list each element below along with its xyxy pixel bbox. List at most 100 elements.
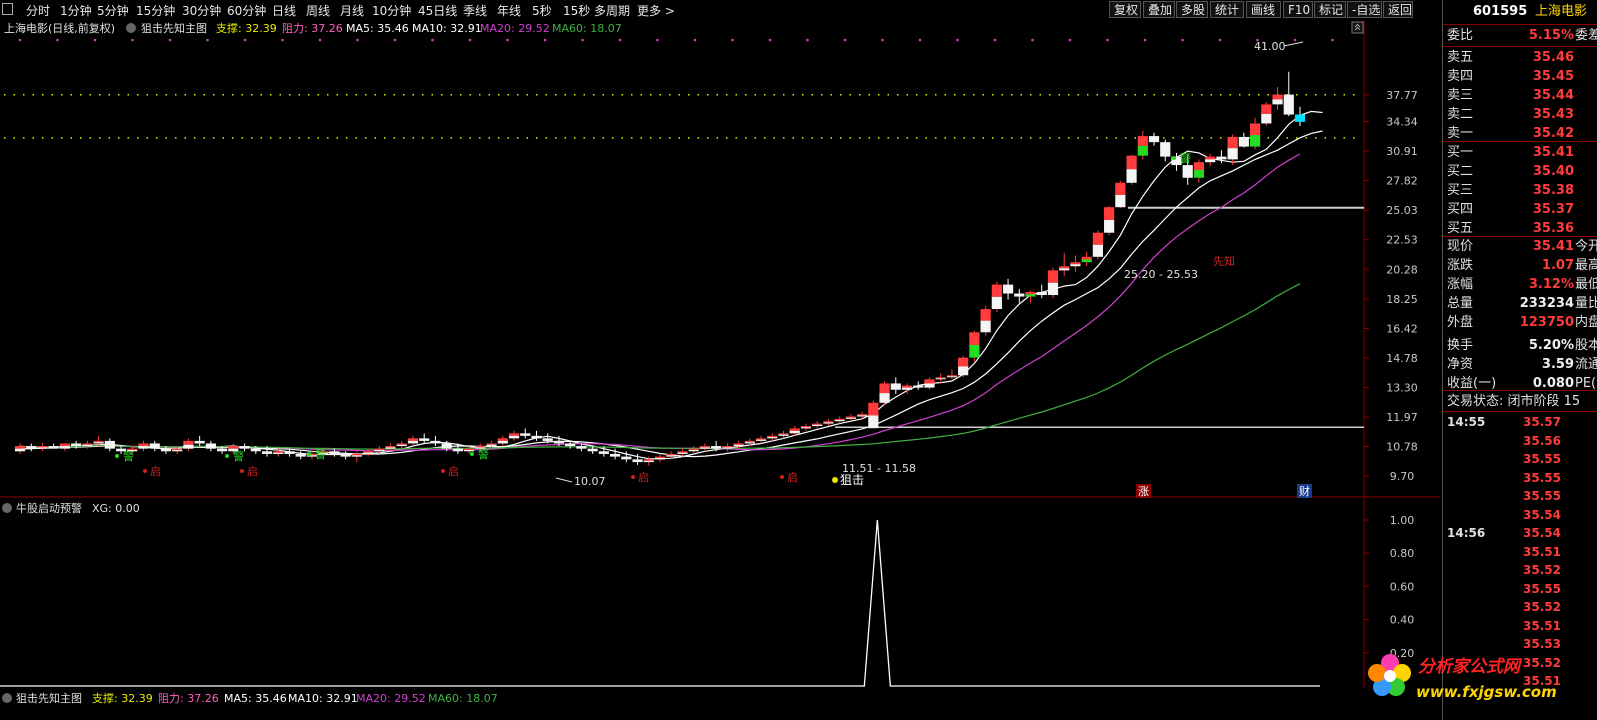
stat-row: 涨幅 3.12% 最低: [1443, 275, 1597, 294]
candle-body-top: [1115, 182, 1126, 196]
period-tab[interactable]: 30分钟: [182, 2, 221, 19]
candle-body: [1283, 94, 1294, 115]
toolbar-button[interactable]: 标记: [1314, 1, 1346, 18]
stat-row-ext-label: 内盘: [1575, 315, 1597, 330]
bottom-legend-toggle-icon[interactable]: [2, 693, 12, 703]
signal-dot: [281, 38, 284, 42]
toolbar-button[interactable]: 返回: [1383, 1, 1413, 18]
toolbar-button[interactable]: -自选: [1347, 1, 1382, 18]
candle-body-top: [946, 375, 958, 377]
main-kline-chart[interactable]: 37.77 34.34 30.91 27.82 25.03 22.53 20.28 18.25…: [0, 20, 1440, 498]
period-tab[interactable]: 更多 >: [637, 2, 675, 19]
range-label-upper: 25.20 - 25.53: [1124, 268, 1198, 281]
warn-marker: 警: [315, 447, 326, 461]
candle-body: [1294, 114, 1306, 122]
tick-price: 35.54: [1523, 526, 1561, 540]
period-tab[interactable]: 分时: [26, 2, 50, 19]
candle-body: [26, 446, 37, 449]
candle-body-bottom: [82, 444, 93, 447]
sub-axis-label: 0.80: [1390, 547, 1415, 560]
price-axis-label: 11.97: [1386, 411, 1418, 424]
toolbar-button[interactable]: 复权: [1109, 1, 1141, 18]
candle-body-top: [958, 357, 969, 367]
signal-dot: [1331, 38, 1334, 42]
candle-body-top: [744, 440, 755, 443]
candle: [868, 400, 879, 429]
candle-body: [441, 443, 452, 449]
candle-body-bottom: [138, 446, 149, 449]
signal-dot: [506, 38, 509, 42]
legend-ma20: MA20: 29.52: [480, 22, 550, 35]
candle-body: [295, 453, 306, 457]
period-tab[interactable]: 多周期: [594, 2, 630, 19]
bottom-legend-bar: 狙击先知主图 支撑: 32.39 阻力: 37.26 MA5: 35.46 MA…: [0, 688, 1440, 720]
sub-axis-label: 0.40: [1390, 614, 1415, 627]
candle-body: [1216, 156, 1227, 160]
signal-dot: [318, 38, 322, 42]
legend-stock-name: 上海电影(日线,前复权): [4, 21, 115, 35]
price-axis-label: 10.78: [1386, 441, 1418, 454]
candle-body: [565, 443, 576, 447]
signal-dot: [56, 38, 59, 42]
candle-body-bottom: [677, 452, 688, 454]
candle-body: [419, 438, 430, 441]
period-tab[interactable]: 周线: [306, 2, 330, 19]
signal-dot: [206, 38, 209, 42]
period-tab[interactable]: 15分钟: [136, 2, 175, 19]
period-tab[interactable]: 月线: [340, 2, 364, 19]
candle-body-top: [362, 451, 374, 453]
window-menu-icon[interactable]: [2, 3, 13, 15]
stat-row-label: 现价: [1447, 239, 1474, 254]
ask-row-value: 35.42: [1532, 126, 1574, 141]
candle-body-top: [699, 446, 711, 448]
price-axis-label: 13.30: [1386, 382, 1418, 395]
stock-name: 上海电影: [1535, 4, 1588, 19]
bid-row-label: 买三: [1447, 183, 1474, 198]
candle-body: [890, 383, 901, 390]
toolbar-button[interactable]: 叠加: [1143, 1, 1175, 18]
signal-subchart[interactable]: 1.000.800.600.400.20 牛股启动预警 XG: 0.00: [0, 498, 1440, 688]
bid-row: 买一 35.41: [1443, 143, 1597, 162]
toolbar-button[interactable]: F10: [1283, 1, 1313, 18]
candle-body-top: [1070, 262, 1081, 265]
period-tab[interactable]: 年线: [497, 2, 521, 19]
candle-body-top: [666, 453, 677, 456]
toolbar-button[interactable]: 多股: [1176, 1, 1208, 18]
subchart-toggle-icon[interactable]: [2, 503, 12, 513]
candle-body-top: [901, 385, 913, 388]
candle-body-top: [37, 446, 48, 448]
candle-body: [217, 448, 228, 452]
period-tab[interactable]: 60分钟: [227, 2, 266, 19]
stat-row-value: 35.41: [1532, 239, 1574, 254]
candle-body-bottom: [1249, 135, 1261, 147]
bottom-legend-ma20: MA20: 29.52: [356, 692, 426, 705]
bid-row: 买二 35.40: [1443, 162, 1597, 181]
legend-support: 支撑: 32.39: [216, 21, 277, 35]
period-tab[interactable]: 1分钟: [60, 2, 92, 19]
trade-status: 交易状态: 闭市阶段 15: [1447, 394, 1581, 409]
candle-body-bottom: [733, 444, 744, 447]
toolbar-button[interactable]: 画线: [1246, 1, 1281, 18]
period-tab[interactable]: 5分钟: [97, 2, 129, 19]
signal-dot: [881, 38, 884, 42]
period-tab[interactable]: 10分钟: [372, 2, 411, 19]
candle-body-bottom: [879, 393, 890, 403]
period-tab[interactable]: 15秒: [563, 2, 590, 19]
period-tab[interactable]: 日线: [272, 2, 296, 19]
period-tab[interactable]: 45日线: [418, 2, 457, 19]
low-price-label: 10.07: [574, 475, 606, 488]
candle-body-bottom: [385, 447, 396, 449]
chart-scroll-icon[interactable]: [1351, 21, 1364, 34]
legend-toggle-icon[interactable]: [126, 23, 136, 33]
period-tab[interactable]: 5秒: [532, 2, 552, 19]
candle-body-top: [1193, 162, 1205, 170]
candle-body-bottom: [666, 455, 677, 457]
toolbar-button[interactable]: 统计: [1210, 1, 1244, 18]
period-tab[interactable]: 季线: [463, 2, 487, 19]
ask-row: 卖二 35.43: [1443, 105, 1597, 124]
watermark-url: www.fxjgsw.com: [1416, 683, 1557, 701]
candle-body-top: [172, 448, 183, 450]
candle-body: [194, 440, 205, 444]
candle-body: [1148, 136, 1160, 143]
bid-row-label: 买二: [1447, 164, 1474, 179]
